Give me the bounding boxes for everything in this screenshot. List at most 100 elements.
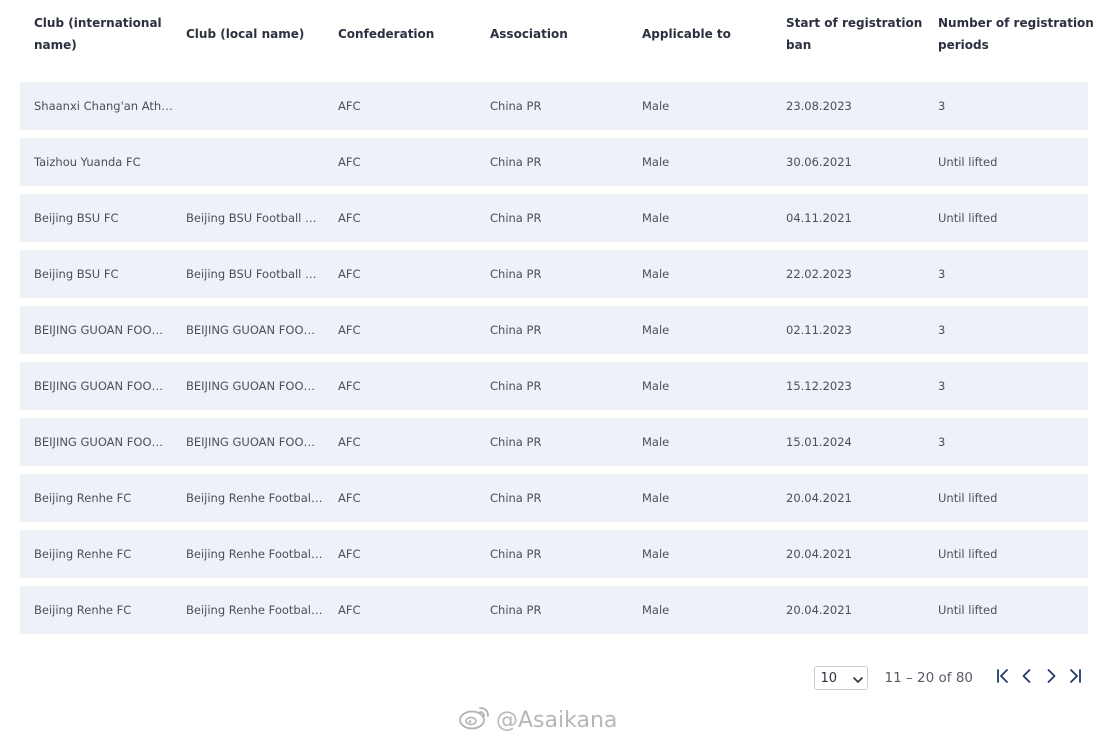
table-row[interactable]: Beijing BSU FC Beijing BSU Football … AF… xyxy=(20,194,1088,242)
chevron-down-icon xyxy=(852,674,863,683)
last-page-icon xyxy=(1067,668,1083,688)
cell-applicable-to: Male xyxy=(642,211,670,225)
header-confederation[interactable]: Confederation xyxy=(338,23,490,45)
header-applicable-to[interactable]: Applicable to xyxy=(642,23,786,45)
registration-bans-table: Club (international name) Club (local na… xyxy=(20,0,1094,642)
table-row[interactable]: Beijing BSU FC Beijing BSU Football … AF… xyxy=(20,250,1088,298)
cell-applicable-to: Male xyxy=(642,491,670,505)
header-association[interactable]: Association xyxy=(490,23,642,45)
previous-page-button[interactable] xyxy=(1015,666,1039,690)
cell-club-local: BEIJING GUOAN FOO… xyxy=(186,323,316,337)
cell-club-local: Beijing Renhe Footbal… xyxy=(186,491,323,505)
cell-club-international: Beijing BSU FC xyxy=(34,267,119,281)
page-size-select[interactable]: 10 xyxy=(813,666,868,690)
cell-club-international: Beijing Renhe FC xyxy=(34,547,132,561)
cell-confederation: AFC xyxy=(338,603,361,617)
cell-association: China PR xyxy=(490,603,542,617)
cell-periods: Until lifted xyxy=(938,211,998,225)
cell-periods: Until lifted xyxy=(938,491,998,505)
cell-applicable-to: Male xyxy=(642,603,670,617)
next-page-button[interactable] xyxy=(1039,666,1063,690)
table-row[interactable]: BEIJING GUOAN FOO… BEIJING GUOAN FOO… AF… xyxy=(20,362,1088,410)
cell-club-local: BEIJING GUOAN FOO… xyxy=(186,435,316,449)
cell-confederation: AFC xyxy=(338,155,361,169)
cell-confederation: AFC xyxy=(338,491,361,505)
cell-applicable-to: Male xyxy=(642,379,670,393)
cell-applicable-to: Male xyxy=(642,435,670,449)
table-row[interactable]: BEIJING GUOAN FOO… BEIJING GUOAN FOO… AF… xyxy=(20,418,1088,466)
first-page-button[interactable] xyxy=(991,666,1015,690)
cell-association: China PR xyxy=(490,435,542,449)
weibo-logo-icon xyxy=(458,703,492,737)
cell-club-local: Beijing BSU Football … xyxy=(186,211,317,225)
cell-confederation: AFC xyxy=(338,323,361,337)
cell-applicable-to: Male xyxy=(642,547,670,561)
cell-confederation: AFC xyxy=(338,547,361,561)
page-size-value: 10 xyxy=(820,670,838,686)
table-row[interactable]: BEIJING GUOAN FOO… BEIJING GUOAN FOO… AF… xyxy=(20,306,1088,354)
cell-periods: Until lifted xyxy=(938,547,998,561)
cell-club-local: Beijing Renhe Footbal… xyxy=(186,547,323,561)
cell-club-international: Taizhou Yuanda FC xyxy=(34,155,141,169)
pagination-range: 11 – 20 of 80 xyxy=(884,670,973,686)
cell-periods: 3 xyxy=(938,435,946,449)
cell-start-date: 04.11.2021 xyxy=(786,211,852,225)
cell-association: China PR xyxy=(490,267,542,281)
cell-confederation: AFC xyxy=(338,379,361,393)
cell-start-date: 20.04.2021 xyxy=(786,491,852,505)
table-row[interactable]: Beijing Renhe FC Beijing Renhe Footbal… … xyxy=(20,586,1088,634)
cell-association: China PR xyxy=(490,155,542,169)
table-body: Shaanxi Chang'an Ath… AFC China PR Male … xyxy=(20,82,1088,634)
table-row[interactable]: Beijing Renhe FC Beijing Renhe Footbal… … xyxy=(20,474,1088,522)
cell-club-international: Shaanxi Chang'an Ath… xyxy=(34,99,173,113)
cell-periods: Until lifted xyxy=(938,603,998,617)
cell-applicable-to: Male xyxy=(642,323,670,337)
table-header-row: Club (international name) Club (local na… xyxy=(20,0,1094,68)
cell-periods: 3 xyxy=(938,267,946,281)
cell-confederation: AFC xyxy=(338,211,361,225)
cell-start-date: 23.08.2023 xyxy=(786,99,852,113)
first-page-icon xyxy=(995,668,1011,688)
cell-club-international: BEIJING GUOAN FOO… xyxy=(34,379,164,393)
cell-confederation: AFC xyxy=(338,435,361,449)
cell-start-date: 20.04.2021 xyxy=(786,603,852,617)
watermark-text: @Asaikana xyxy=(496,707,618,733)
cell-start-date: 30.06.2021 xyxy=(786,155,852,169)
cell-confederation: AFC xyxy=(338,99,361,113)
header-number-of-registration-periods[interactable]: Number of registration periods xyxy=(938,12,1102,56)
cell-club-international: Beijing Renhe FC xyxy=(34,491,132,505)
cell-start-date: 15.01.2024 xyxy=(786,435,852,449)
cell-club-international: Beijing BSU FC xyxy=(34,211,119,225)
cell-association: China PR xyxy=(490,547,542,561)
cell-periods: 3 xyxy=(938,379,946,393)
table-row[interactable]: Taizhou Yuanda FC AFC China PR Male 30.0… xyxy=(20,138,1088,186)
pagination: 10 11 – 20 of 80 xyxy=(813,665,1087,691)
cell-periods: 3 xyxy=(938,99,946,113)
header-club-local-name[interactable]: Club (local name) xyxy=(186,23,338,45)
cell-club-local: Beijing BSU Football … xyxy=(186,267,317,281)
table-row[interactable]: Shaanxi Chang'an Ath… AFC China PR Male … xyxy=(20,82,1088,130)
header-club-international-name[interactable]: Club (international name) xyxy=(34,12,186,56)
cell-club-international: BEIJING GUOAN FOO… xyxy=(34,435,164,449)
last-page-button[interactable] xyxy=(1063,666,1087,690)
cell-applicable-to: Male xyxy=(642,267,670,281)
cell-association: China PR xyxy=(490,211,542,225)
table-row[interactable]: Beijing Renhe FC Beijing Renhe Footbal… … xyxy=(20,530,1088,578)
header-start-of-registration-ban[interactable]: Start of registration ban xyxy=(786,12,938,56)
watermark: @Asaikana xyxy=(458,703,617,737)
cell-applicable-to: Male xyxy=(642,155,670,169)
cell-association: China PR xyxy=(490,491,542,505)
cell-club-international: Beijing Renhe FC xyxy=(34,603,132,617)
cell-club-local: Beijing Renhe Footbal… xyxy=(186,603,323,617)
cell-club-local: BEIJING GUOAN FOO… xyxy=(186,379,316,393)
cell-confederation: AFC xyxy=(338,267,361,281)
cell-association: China PR xyxy=(490,379,542,393)
cell-periods: 3 xyxy=(938,323,946,337)
cell-start-date: 22.02.2023 xyxy=(786,267,852,281)
previous-page-icon xyxy=(1019,668,1035,688)
cell-applicable-to: Male xyxy=(642,99,670,113)
cell-start-date: 20.04.2021 xyxy=(786,547,852,561)
next-page-icon xyxy=(1043,668,1059,688)
cell-association: China PR xyxy=(490,323,542,337)
cell-club-international: BEIJING GUOAN FOO… xyxy=(34,323,164,337)
